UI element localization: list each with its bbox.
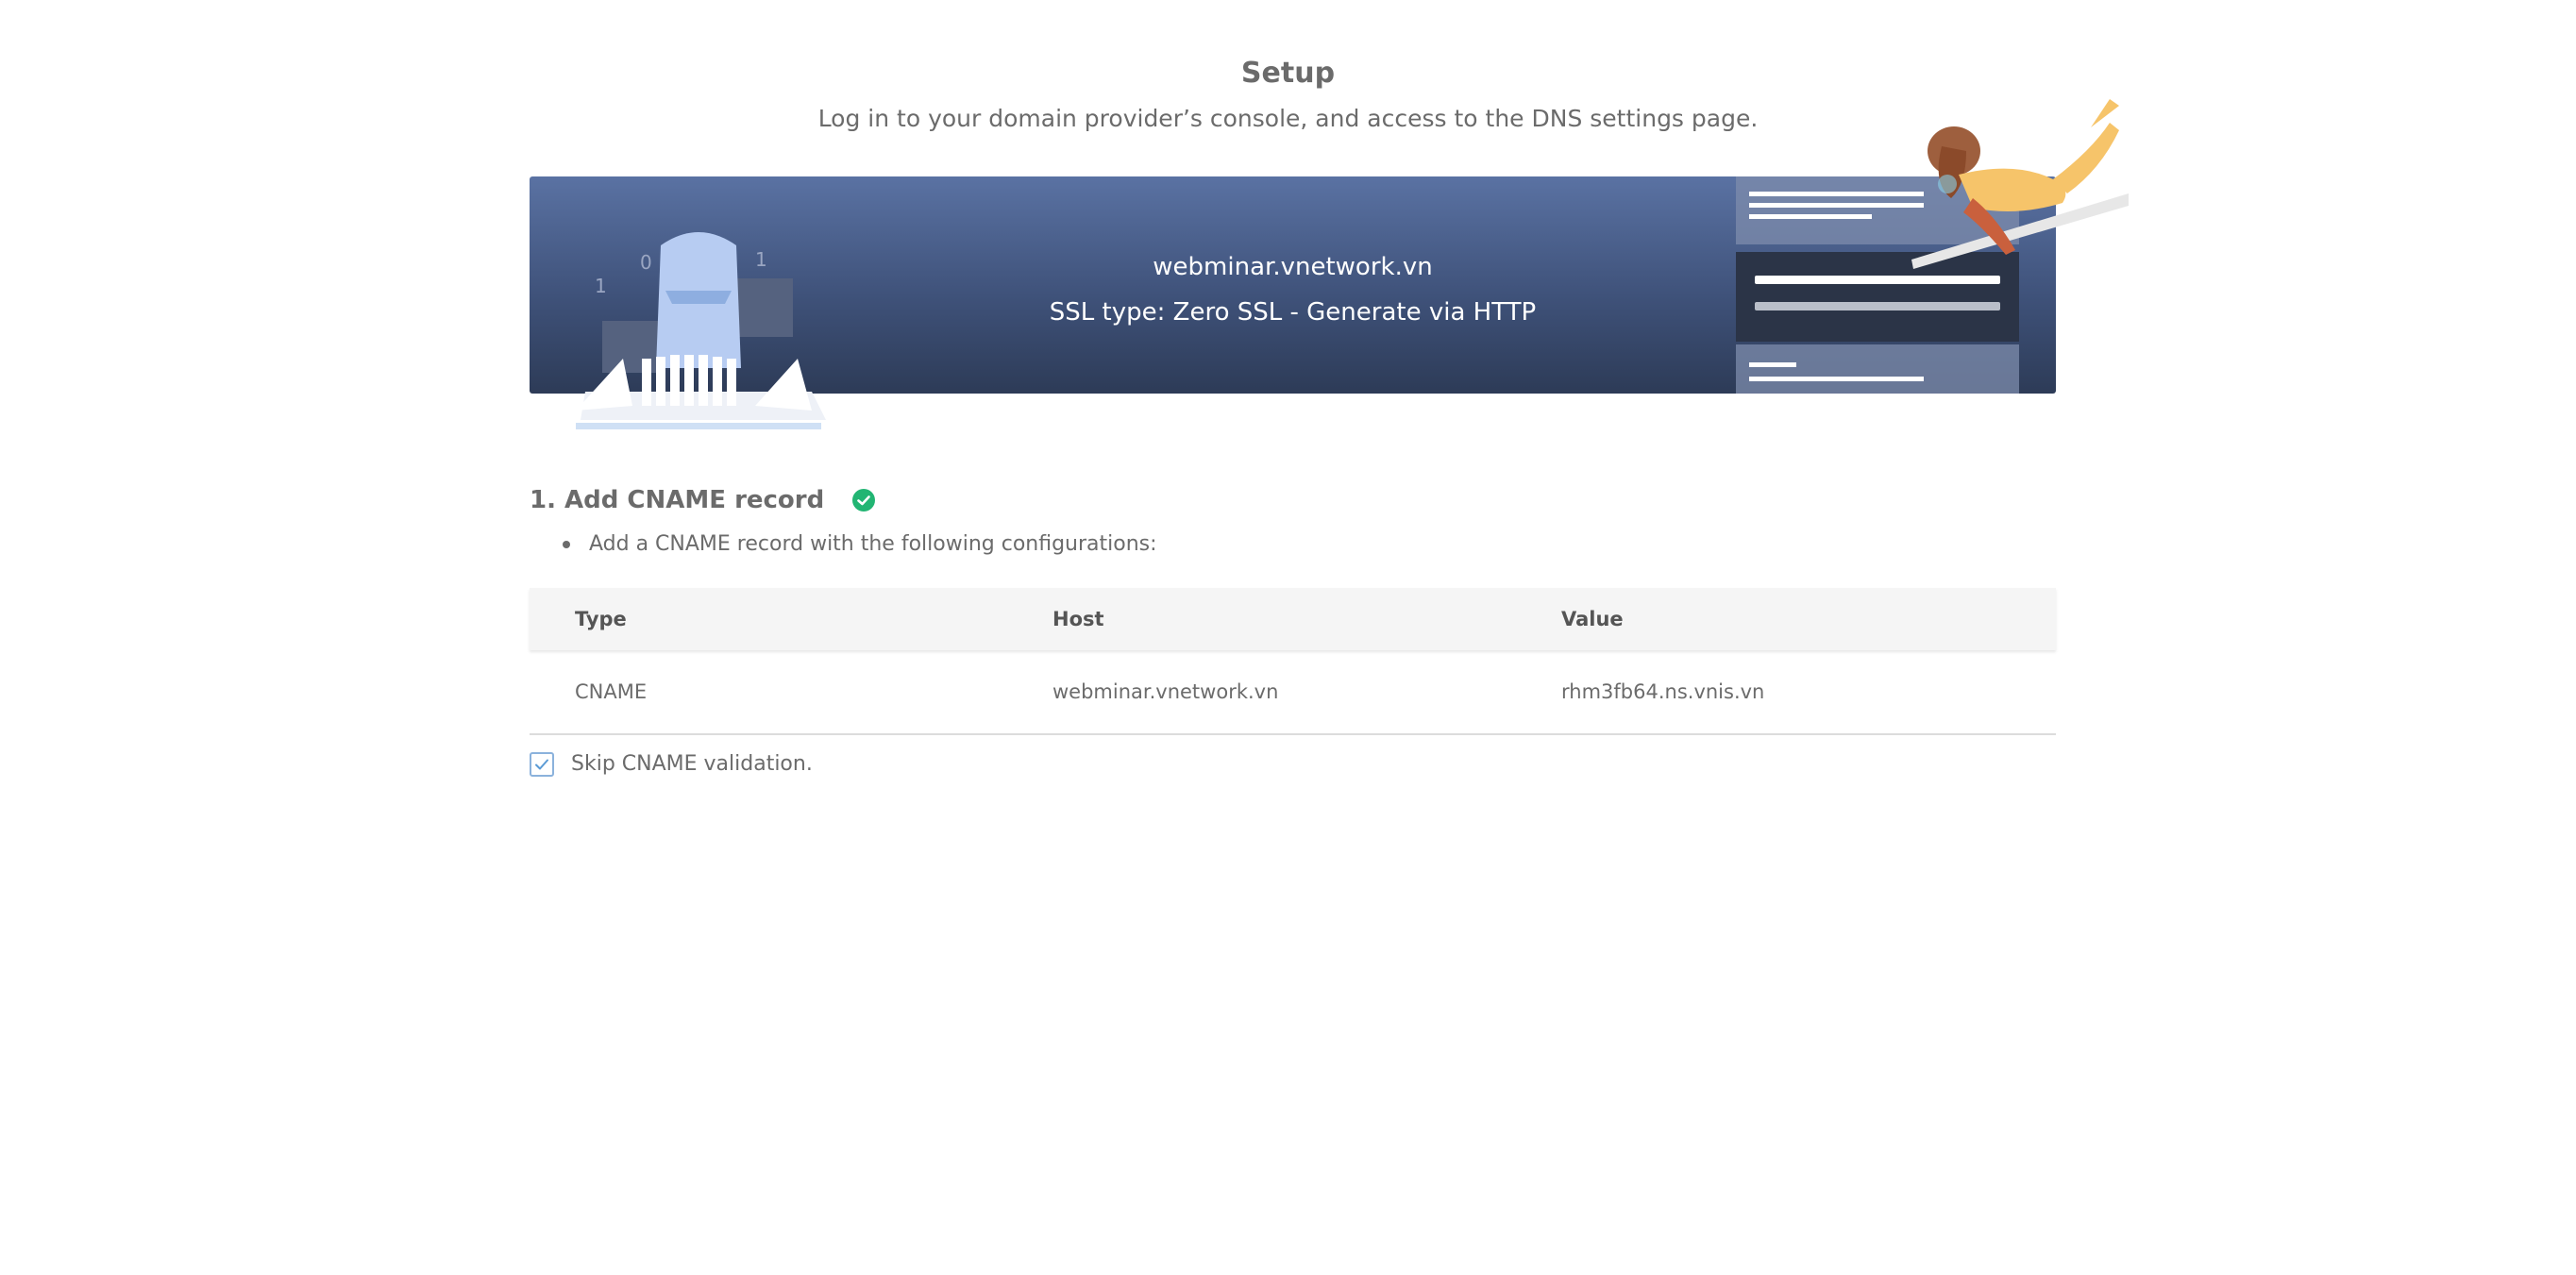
page-header: Setup Log in to your domain provider’s c… [0,55,2576,136]
svg-text:1: 1 [595,275,607,297]
step1-instruction: Add a CNAME record with the following co… [563,528,1157,561]
page-subtitle: Log in to your domain provider’s console… [817,105,1759,132]
skip-validation-checkbox[interactable] [530,752,554,777]
step1-instruction-text: Add a CNAME record with the following co… [589,532,1157,556]
bullet-dot [563,541,570,548]
cell-host: webminar.vnetwork.vn [1052,680,1279,703]
skip-validation[interactable]: Skip CNAME validation. [530,750,813,779]
table-row: CNAME webminar.vnetwork.vn rhm3fb64.ns.v… [530,650,2056,735]
cname-table: Type Host Value CNAME webminar.vnetwork.… [530,588,2056,735]
svg-text:0: 0 [640,251,652,274]
table-header-row: Type Host Value [530,588,2056,650]
step1-title: 1. Add CNAME record [530,483,876,517]
header-host: Host [1052,608,1104,630]
robot-typing-illustration: 1 0 1 [576,232,826,429]
header-value: Value [1561,608,1624,630]
step1-title-text: 1. Add CNAME record [530,486,825,514]
woman-sliding-illustration [1911,99,2129,269]
skip-validation-label: Skip CNAME validation. [571,752,813,776]
page-title: Setup [1240,57,1336,90]
check-icon [535,759,548,770]
svg-text:1: 1 [755,248,767,271]
cell-type: CNAME [575,680,648,703]
header-type: Type [575,608,627,630]
check-circle-icon [852,489,876,512]
cell-value: rhm3fb64.ns.vnis.vn [1561,680,1765,703]
